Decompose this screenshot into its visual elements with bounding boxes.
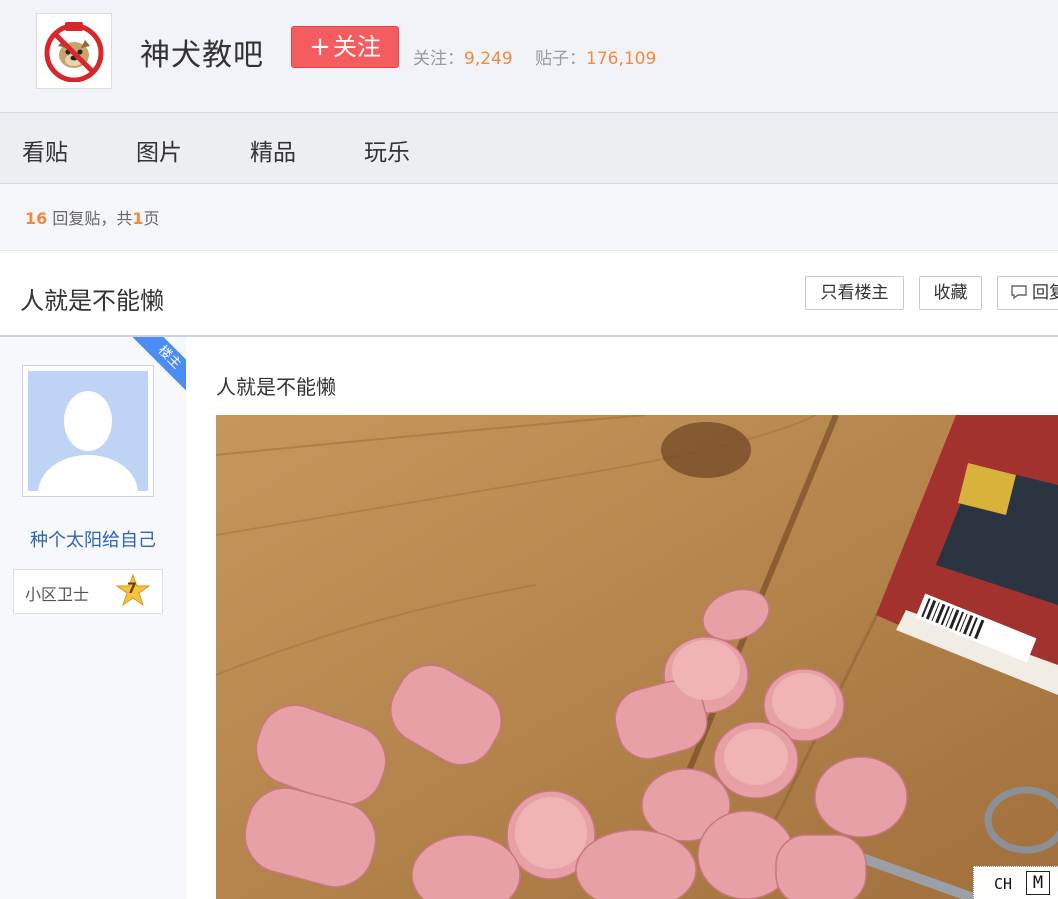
nav-item-pictures[interactable]: 图片 [136,133,182,167]
forum-nav: 看贴 图片 精品 玩乐 [0,113,1058,184]
reply-button[interactable]: 回复 [997,276,1058,310]
no-bulldog-logo-icon [44,22,104,82]
thread-title-bar: 人就是不能懒 只看楼主 收藏 回复 [0,251,1058,337]
author-sidebar: 种个太阳给自己 小区卫士 7 [0,337,186,899]
author-username[interactable]: 种个太阳给自己 [0,526,186,552]
page-suffix: 页 [143,209,160,228]
member-badge[interactable]: 小区卫士 7 [13,569,163,614]
op-tag-label: 楼主 [130,337,186,393]
level-number: 7 [127,581,137,597]
reply-count: 16 [25,209,48,228]
plus-icon: + [309,32,331,62]
post-text: 人就是不能懒 [216,375,336,399]
follow-label: 关注 [332,33,381,61]
reply-button-label: 回复 [1032,283,1058,303]
op-tag: 楼主 [130,337,186,393]
ime-indicator-icon: M [1026,871,1050,895]
nav-item-featured[interactable]: 精品 [250,133,296,167]
followers-label: 关注： [413,49,464,69]
only-op-button[interactable]: 只看楼主 [805,276,904,310]
forum-header: 神犬教吧 +关注 关注：9,249 贴子：176,109 [0,0,1058,113]
posts-count: 176,109 [586,49,657,69]
forum-name[interactable]: 神犬教吧 [140,30,264,74]
nav-item-posts[interactable]: 看贴 [22,133,68,167]
badge-label: 小区卫士 [25,585,90,604]
comment-icon [1011,285,1027,300]
follow-button[interactable]: +关注 [291,26,399,68]
nav-item-fun[interactable]: 玩乐 [364,133,410,167]
favorite-button[interactable]: 收藏 [919,276,982,310]
post-content: 人就是不能懒 [186,337,1058,899]
forum-logo[interactable] [36,13,112,89]
posts-stat: 贴子：176,109 [535,44,656,69]
reply-count-text: 回复贴，共 [47,209,133,228]
reply-count-info: 16 回复贴，共1页 [25,205,160,229]
post-image[interactable] [216,415,1058,899]
thread-title: 人就是不能懒 [20,287,164,315]
posts-label: 贴子： [535,49,586,69]
followers-stat: 关注：9,249 [413,44,513,69]
page-count: 1 [132,209,144,228]
followers-count: 9,249 [464,49,513,69]
sausage-photo [216,415,1058,899]
reply-count-bar: 16 回复贴，共1页 [0,184,1058,251]
ime-indicator[interactable]: CH M [973,866,1058,899]
ime-mode: CH [994,875,1013,893]
